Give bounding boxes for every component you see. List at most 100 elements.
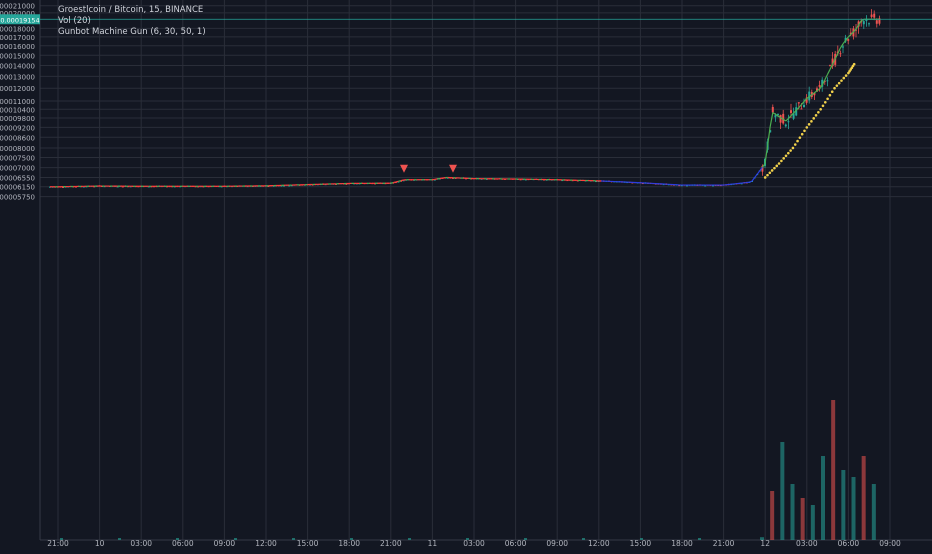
- candle-body: [772, 107, 774, 112]
- x-tick-label: 09:00: [879, 539, 901, 548]
- symbol-title[interactable]: Groestlcoin / Bitcoin, 15, BINANCE: [58, 5, 206, 16]
- volume-bar: [852, 477, 856, 540]
- x-tick-label: 12:00: [255, 539, 277, 548]
- x-tick-label: 11: [428, 539, 438, 548]
- ma-line-segment: [398, 181, 401, 182]
- signal-markers: [400, 165, 457, 173]
- chart-canvas[interactable]: 0.000210000.000200000.000180000.00017000…: [0, 0, 932, 550]
- gunbot-indicator-label[interactable]: Gunbot Machine Gun (6, 30, 50, 1): [58, 27, 206, 38]
- ma-line-segment: [814, 91, 817, 93]
- psar-dot: [808, 123, 811, 126]
- y-tick-label: 0.00011000: [0, 98, 35, 106]
- psar-dot: [812, 117, 815, 120]
- psar-dot: [824, 101, 827, 104]
- ma-line-segment: [752, 178, 755, 181]
- psar-dot: [764, 176, 767, 179]
- psar-dot: [773, 167, 776, 170]
- psar-dot: [819, 108, 822, 111]
- psar-dot: [782, 157, 785, 160]
- volume-bar: [350, 538, 353, 540]
- psar-dot: [806, 126, 809, 129]
- psar-dot: [817, 111, 820, 114]
- x-tick-label: 18:00: [671, 539, 693, 548]
- psar-dot: [833, 87, 836, 90]
- y-tick-label: 0.00012000: [0, 85, 35, 93]
- sell-signal-marker: [449, 165, 457, 173]
- x-tick-label: 03:00: [796, 539, 818, 548]
- volume-bar: [770, 491, 774, 540]
- volume-bar: [524, 538, 527, 540]
- volume-bar: [640, 538, 643, 540]
- volume-bar: [760, 537, 764, 540]
- chart-legend: Groestlcoin / Bitcoin, 15, BINANCE Vol (…: [58, 5, 206, 38]
- volume-indicator-label[interactable]: Vol (20): [58, 16, 206, 27]
- y-tick-label: 0.00016000: [0, 43, 35, 51]
- y-tick-label: 0.00015000: [0, 52, 35, 60]
- last-price-label: 0.00019154: [0, 16, 39, 24]
- psar-dot: [771, 169, 774, 172]
- x-tick-label: 06:00: [838, 539, 860, 548]
- psar-dot: [787, 152, 790, 155]
- candle-body: [785, 125, 787, 127]
- volume-bar: [408, 538, 411, 540]
- psar-dots: [764, 63, 856, 179]
- psar-dot: [826, 97, 829, 100]
- x-tick-label: 10: [95, 539, 105, 548]
- x-tick-label: 18:00: [338, 539, 360, 548]
- ma-line-segment: [393, 182, 396, 183]
- volume-bar: [862, 456, 866, 540]
- x-tick-label: 21:00: [713, 539, 735, 548]
- y-axis[interactable]: 0.000210000.000200000.000180000.00017000…: [0, 3, 35, 202]
- ma-line-segment: [768, 126, 771, 145]
- volume-bar: [118, 538, 121, 540]
- candle-body: [787, 121, 789, 122]
- candle-body: [876, 20, 878, 24]
- psar-dot: [829, 94, 832, 97]
- volume-bar: [831, 400, 835, 540]
- y-tick-label: 0.00009800: [0, 115, 35, 123]
- volume-bar: [176, 538, 179, 540]
- volume-bar: [698, 538, 701, 540]
- psar-dot: [794, 143, 797, 146]
- psar-dot: [831, 90, 834, 93]
- x-tick-label: 12:00: [588, 539, 610, 548]
- volume-bar: [872, 484, 876, 540]
- candle-body: [800, 108, 802, 109]
- psar-dot: [766, 174, 769, 177]
- candle-body: [829, 65, 831, 66]
- y-tick-label: 0.00006550: [0, 174, 35, 182]
- volume-bar: [60, 538, 63, 540]
- candle-body: [826, 80, 828, 81]
- x-tick-label: 15:00: [297, 539, 319, 548]
- candle-body: [780, 115, 782, 123]
- x-tick-label: 15:00: [630, 539, 652, 548]
- y-tick-label: 0.00008600: [0, 134, 35, 142]
- psar-dot: [840, 79, 843, 82]
- sell-signal-marker: [400, 165, 408, 173]
- candle-body: [873, 14, 875, 18]
- volume-bar: [780, 442, 784, 540]
- volume-bar: [582, 538, 585, 540]
- psar-dot: [796, 140, 799, 143]
- x-tick-label: 12: [760, 539, 770, 548]
- psar-dot: [789, 149, 792, 152]
- candle-body: [819, 85, 821, 87]
- psar-dot: [780, 160, 783, 163]
- candle-body: [847, 39, 849, 41]
- x-tick-label: 03:00: [463, 539, 485, 548]
- psar-dot: [838, 82, 841, 85]
- ma-line-segment: [401, 180, 404, 181]
- volume-bar: [821, 456, 825, 540]
- x-tick-label: 09:00: [546, 539, 568, 548]
- ma-line-segment: [749, 181, 752, 182]
- y-tick-label: 0.00008000: [0, 145, 35, 153]
- y-tick-label: 0.00013000: [0, 73, 35, 81]
- candle-body: [798, 102, 800, 103]
- candle-body: [839, 53, 841, 54]
- candle-body: [803, 105, 805, 107]
- y-tick-label: 0.00009200: [0, 124, 35, 132]
- psar-dot: [799, 136, 802, 139]
- psar-dot: [815, 114, 818, 117]
- psar-dot: [845, 74, 848, 77]
- psar-dot: [836, 84, 839, 87]
